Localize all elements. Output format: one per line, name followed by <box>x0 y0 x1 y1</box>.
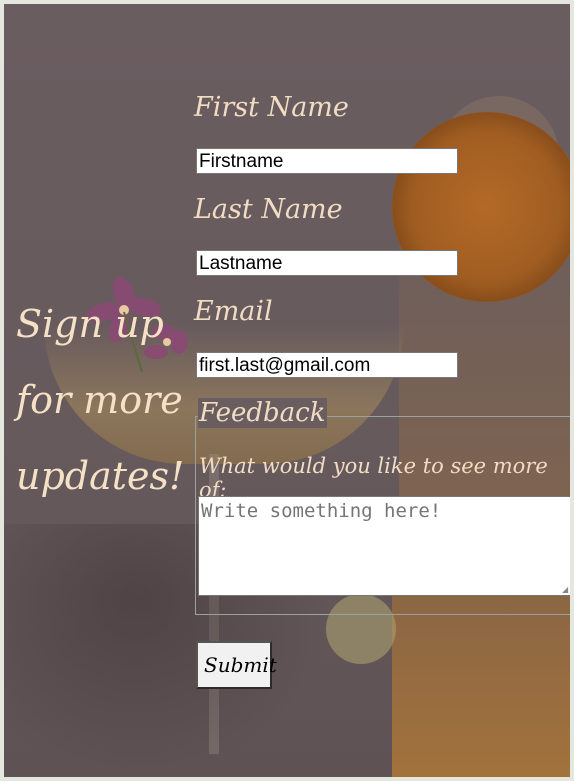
last-name-label: Last Name <box>194 194 343 225</box>
feedback-textarea[interactable] <box>198 496 570 596</box>
email-label: Email <box>194 296 273 327</box>
page-frame: Sign up for more updates! First Name Fir… <box>4 4 570 777</box>
feedback-prompt: What would you like to see more of: <box>199 454 548 502</box>
feedback-legend: Feedback <box>198 398 327 428</box>
first-name-label: First Name <box>194 92 349 123</box>
signup-form: First Name Firstname Last Name Lastname … <box>4 4 570 777</box>
resize-grip-icon[interactable]: ◢ <box>562 586 570 594</box>
first-name-field[interactable]: Firstname <box>196 148 458 174</box>
last-name-field[interactable]: Lastname <box>196 250 458 276</box>
email-field[interactable]: first.last@gmail.com <box>196 352 458 378</box>
submit-button[interactable]: Submit <box>196 641 277 689</box>
